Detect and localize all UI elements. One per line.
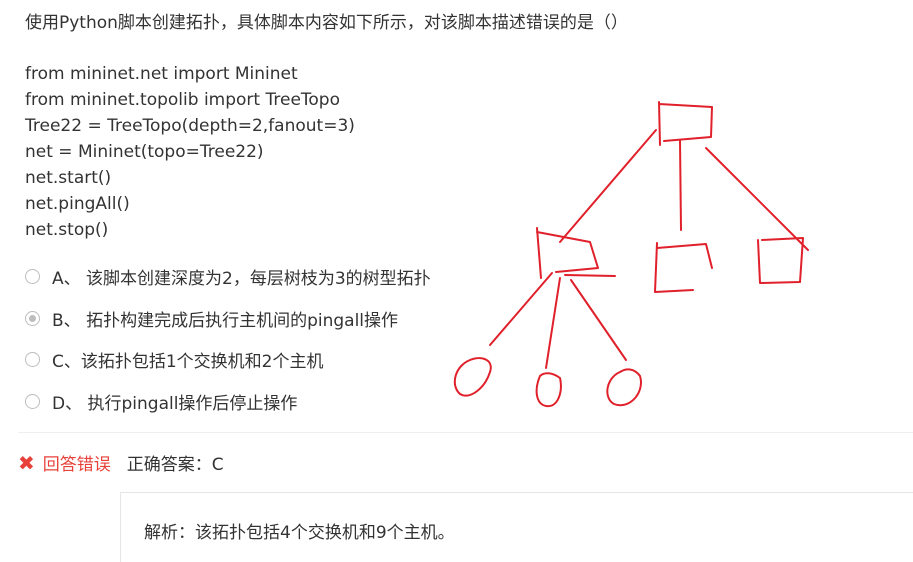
handwritten-annotation	[453, 101, 809, 408]
